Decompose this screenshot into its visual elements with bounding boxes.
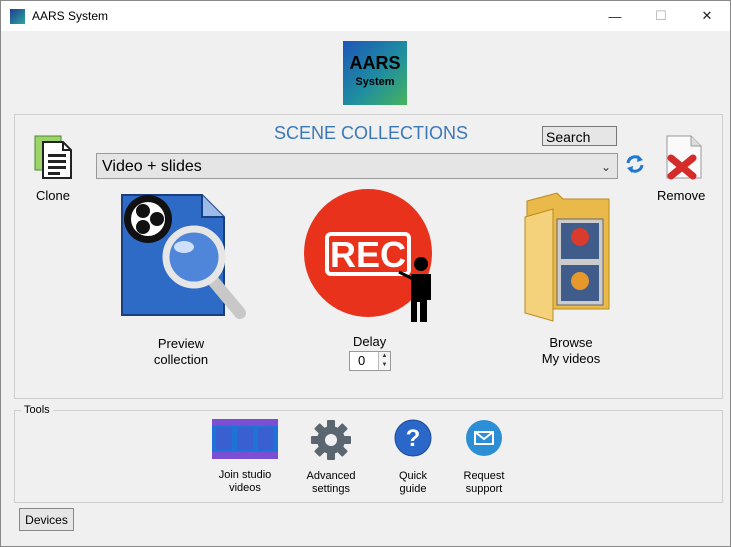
advanced-settings-line2: settings	[312, 483, 350, 495]
app-icon	[10, 9, 25, 24]
app-logo: AARS System	[343, 41, 407, 105]
stepper-down-icon[interactable]: ▼	[378, 361, 390, 370]
rec-text: REC	[330, 234, 406, 275]
clone-icon[interactable]	[31, 134, 77, 180]
minimize-button[interactable]: —	[592, 1, 638, 31]
browse-line2: My videos	[541, 351, 601, 366]
request-support-button[interactable]: Request support	[455, 419, 513, 496]
clone-label[interactable]: Clone	[36, 188, 70, 203]
close-button[interactable]: ✕	[684, 1, 730, 31]
join-studio-videos-button[interactable]: Join studio videos	[207, 419, 283, 495]
scene-collection-value: Video + slides	[102, 158, 202, 175]
quick-guide-line1: Quick	[398, 470, 428, 482]
scene-collections-title: SCENE COLLECTIONS	[273, 123, 469, 143]
film-strip-icon	[212, 419, 278, 459]
join-studio-line2: videos	[229, 482, 261, 494]
browse-videos-folder-icon[interactable]	[523, 191, 613, 323]
quick-guide-button[interactable]: ? Quick guide	[387, 419, 439, 496]
devices-button[interactable]: Devices	[19, 508, 74, 531]
remove-label[interactable]: Remove	[657, 188, 705, 203]
scene-collection-select[interactable]: Video + slides ⌄	[96, 153, 618, 179]
request-support-line1: Request	[463, 470, 505, 482]
gear-icon	[311, 420, 351, 460]
browse-videos-label[interactable]: Browse My videos	[531, 335, 611, 367]
preview-line1: Preview	[157, 336, 205, 351]
request-support-line2: support	[465, 483, 503, 495]
join-studio-line1: Join studio	[218, 469, 272, 481]
delay-stepper[interactable]: 0 ▲ ▼	[349, 351, 391, 371]
preview-collection-label[interactable]: Preview collection	[141, 336, 221, 368]
preview-line2: collection	[153, 352, 209, 367]
delay-label: Delay	[353, 334, 387, 349]
title-bar: AARS System — ☐ ✕	[1, 1, 730, 31]
maximize-button[interactable]: ☐	[638, 1, 684, 31]
app-window: AARS System — ☐ ✕ AARS System SCENE COLL…	[0, 0, 731, 547]
browse-line1: Browse	[549, 335, 593, 350]
refresh-icon[interactable]	[624, 153, 646, 175]
tools-panel	[14, 410, 723, 503]
chevron-down-icon: ⌄	[600, 160, 611, 174]
advanced-settings-line1: Advanced	[306, 470, 356, 482]
window-title: AARS System	[32, 9, 109, 23]
advanced-settings-button[interactable]: Advanced settings	[299, 419, 363, 496]
logo-line1: AARS	[349, 53, 401, 73]
logo-line2: System	[355, 76, 395, 88]
record-icon[interactable]: REC	[303, 188, 437, 324]
mail-icon	[466, 420, 502, 456]
quick-guide-line2: guide	[399, 483, 427, 495]
preview-collection-icon[interactable]	[116, 191, 248, 323]
delay-value: 0	[358, 353, 366, 368]
tools-label: Tools	[21, 404, 53, 416]
remove-icon[interactable]	[659, 134, 705, 180]
search-button[interactable]: Search	[542, 126, 617, 146]
svg-text:?: ?	[406, 425, 421, 452]
help-icon: ?	[394, 419, 432, 457]
